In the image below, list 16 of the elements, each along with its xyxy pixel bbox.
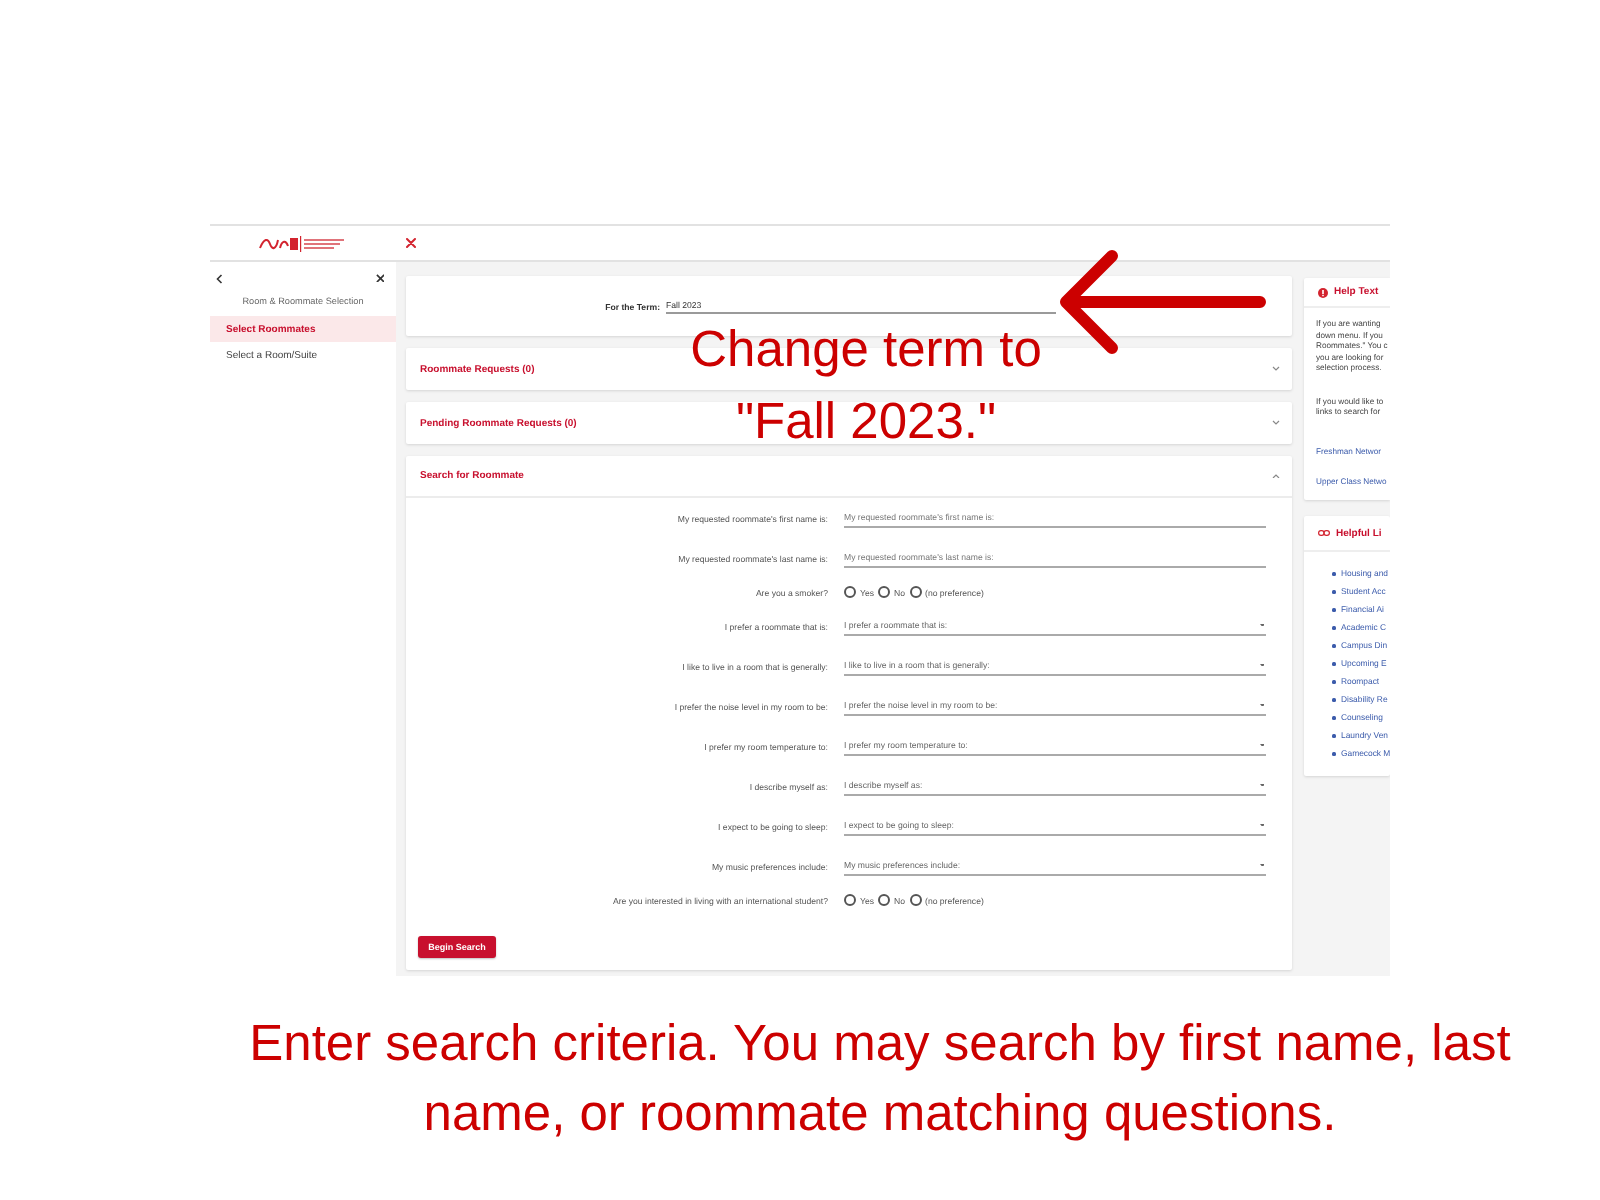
radio-button[interactable]	[844, 894, 856, 906]
callout-text: Change term to "Fall 2023."	[688, 320, 1044, 454]
radio-button[interactable]	[909, 586, 922, 598]
chevron-left-icon[interactable]	[216, 273, 223, 283]
caption-text: Enter search criteria. You may search by first name, last name, or roommate matching questions.	[247, 1014, 1513, 1146]
info-icon	[1318, 287, 1328, 297]
radio-button[interactable]	[844, 586, 856, 598]
chevron-down-icon[interactable]	[1272, 366, 1280, 372]
link-icon	[1318, 530, 1330, 537]
logo-icon	[258, 235, 348, 251]
close-icon[interactable]	[375, 273, 384, 283]
chevron-up-icon[interactable]	[1272, 473, 1280, 479]
chevron-down-icon[interactable]	[1272, 420, 1280, 426]
radio-button[interactable]	[878, 586, 891, 598]
radio-button[interactable]	[909, 894, 922, 906]
radio-button[interactable]	[878, 894, 891, 906]
